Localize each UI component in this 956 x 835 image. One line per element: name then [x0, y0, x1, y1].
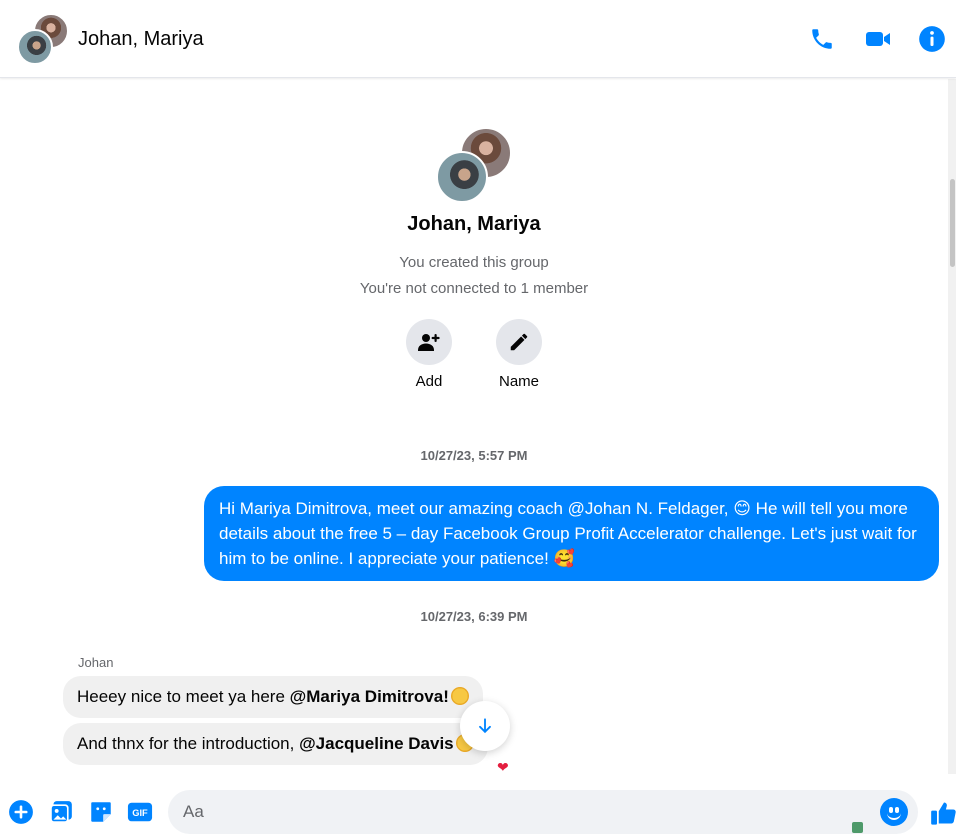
sender-name: Johan: [78, 655, 114, 670]
chat-header: Johan, Mariya: [0, 0, 956, 78]
smile-emoji-icon: [450, 687, 469, 705]
scrollbar-thumb[interactable]: [950, 179, 955, 267]
chat-title[interactable]: Johan, Mariya: [78, 28, 204, 51]
timestamp: 10/27/23, 6:39 PM: [420, 609, 528, 624]
connection-status-text: You're not connected to 1 member: [359, 280, 589, 297]
group-avatar-large: [436, 127, 514, 205]
scrollbar[interactable]: [948, 79, 956, 774]
sticker-icon[interactable]: [88, 799, 114, 825]
heart-reaction-icon[interactable]: ❤: [497, 759, 509, 774]
avatar-johan: [17, 29, 53, 65]
add-member-button[interactable]: Add: [389, 319, 469, 390]
name-label: Name: [498, 373, 539, 390]
group-name: Johan, Mariya: [407, 213, 541, 235]
gif-icon[interactable]: GIF: [127, 799, 153, 825]
pencil-icon: [496, 319, 542, 365]
group-created-text: You created this group: [399, 254, 549, 271]
add-person-icon: [406, 319, 452, 365]
message-input[interactable]: [168, 790, 918, 834]
svg-text:GIF: GIF: [132, 808, 148, 818]
emoji-picker-icon[interactable]: [880, 798, 908, 826]
incoming-message[interactable]: Heeey nice to meet ya here @Mariya Dimit…: [63, 676, 483, 718]
phone-icon[interactable]: [807, 24, 837, 54]
thumbs-up-icon[interactable]: [930, 799, 956, 827]
add-label: Add: [415, 373, 443, 390]
photo-icon[interactable]: [48, 799, 74, 825]
avatar-johan-large: [436, 151, 488, 203]
scroll-to-bottom-button[interactable]: [460, 701, 510, 751]
group-avatar[interactable]: [17, 13, 69, 65]
incoming-message[interactable]: And thnx for the introduction, @Jacqueli…: [63, 723, 488, 765]
edit-name-button[interactable]: Name: [479, 319, 559, 390]
timestamp: 10/27/23, 5:57 PM: [420, 448, 528, 463]
video-call-icon[interactable]: [863, 24, 893, 54]
message-text: And thnx for the introduction,: [77, 734, 300, 753]
conversation-area[interactable]: Johan, Mariya You created this group You…: [0, 79, 956, 774]
status-indicator: [852, 822, 863, 833]
plus-circle-icon[interactable]: [8, 799, 34, 825]
message-composer: GIF: [0, 774, 956, 835]
message-text: Heeey nice to meet ya here: [77, 687, 290, 706]
mention-jacqueline[interactable]: @Jacqueline Davis: [299, 734, 454, 753]
mention-mariya[interactable]: @Mariya Dimitrova!: [290, 687, 449, 706]
arrow-down-icon: [479, 718, 491, 734]
messenger-chat-window: Johan, Mariya Johan, Mariya You created …: [0, 0, 956, 835]
outgoing-message[interactable]: Hi Mariya Dimitrova, meet our amazing co…: [204, 486, 939, 581]
info-icon[interactable]: [917, 24, 947, 54]
